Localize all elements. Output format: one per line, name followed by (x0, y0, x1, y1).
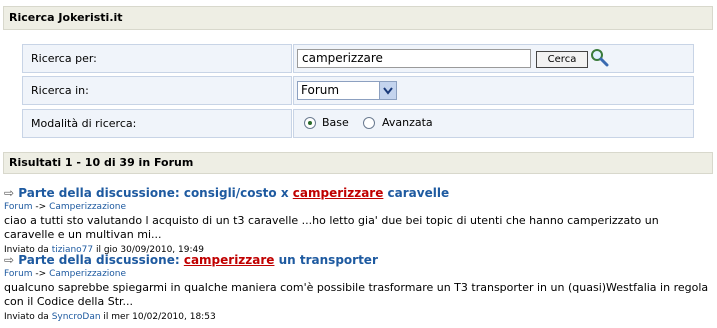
chevron-down-icon[interactable] (379, 82, 396, 99)
result-item: ⇨ Parte della discussione: consigli/cost… (4, 186, 712, 255)
results-header: Risultati 1 - 10 di 39 in Forum (3, 152, 713, 174)
arrow-right-icon: ⇨ (4, 253, 15, 267)
advanced-search-icon[interactable] (589, 47, 609, 67)
result-title-prefix: Parte della discussione: (18, 253, 184, 267)
search-section-header: Ricerca Jokeristi.it (3, 6, 713, 30)
arrow-right-icon: ⇨ (4, 186, 15, 200)
result-title-prefix: Parte della discussione: consigli/costo … (18, 186, 293, 200)
result-title-link[interactable]: ⇨ Parte della discussione: camperizzare … (4, 253, 712, 267)
search-row: Ricerca per: camperizzare Cerca (22, 44, 694, 74)
result-excerpt: qualcuno saprebbe spiegarmi in qualche m… (4, 281, 709, 308)
mode-advanced-radio[interactable] (363, 117, 375, 129)
meta-prefix: Inviato da (4, 312, 52, 322)
breadcrumb-separator: -> (35, 202, 47, 212)
where-label: Ricerca in: (22, 76, 292, 105)
result-excerpt: ciao a tutti sto valutando l acquisto di… (4, 214, 659, 241)
breadcrumb-separator: -> (35, 269, 47, 279)
search-label: Ricerca per: (22, 44, 292, 73)
result-item: ⇨ Parte della discussione: camperizzare … (4, 253, 712, 322)
breadcrumb-category-link[interactable]: Camperizzazione (49, 269, 126, 279)
result-breadcrumb: Forum -> Camperizzazione (4, 202, 712, 212)
mode-advanced-label: Avanzata (382, 116, 433, 129)
mode-controls: Base Avanzata (293, 109, 694, 138)
result-title-suffix: caravelle (383, 186, 450, 200)
result-title-suffix: un transporter (274, 253, 378, 267)
where-select-value: Forum (301, 83, 340, 97)
search-button[interactable]: Cerca (536, 51, 588, 68)
mode-base-label: Base (322, 116, 349, 129)
section-title: Ricerca Jokeristi.it (9, 11, 123, 24)
where-controls: Forum (293, 76, 694, 105)
result-meta: Inviato da SyncroDan il mer 10/02/2010, … (4, 312, 712, 322)
result-breadcrumb: Forum -> Camperizzazione (4, 269, 712, 279)
mode-base-radio[interactable] (304, 117, 316, 129)
result-title-highlight: camperizzare (183, 253, 275, 267)
search-controls: camperizzare Cerca (293, 44, 694, 73)
result-title-link[interactable]: ⇨ Parte della discussione: consigli/cost… (4, 186, 712, 200)
author-link[interactable]: SyncroDan (52, 312, 101, 322)
result-title-highlight: camperizzare (292, 186, 384, 200)
search-input[interactable]: camperizzare (297, 49, 531, 68)
breadcrumb-forum-link[interactable]: Forum (4, 269, 33, 279)
where-row: Ricerca in: Forum (22, 76, 694, 106)
results-count: Risultati 1 - 10 di 39 in Forum (9, 156, 194, 169)
where-select[interactable]: Forum (297, 81, 397, 100)
mode-label: Modalità di ricerca: (22, 109, 292, 138)
breadcrumb-category-link[interactable]: Camperizzazione (49, 202, 126, 212)
meta-date: il mer 10/02/2010, 18:53 (100, 312, 216, 322)
breadcrumb-forum-link[interactable]: Forum (4, 202, 33, 212)
mode-row: Modalità di ricerca: Base Avanzata (22, 109, 694, 139)
